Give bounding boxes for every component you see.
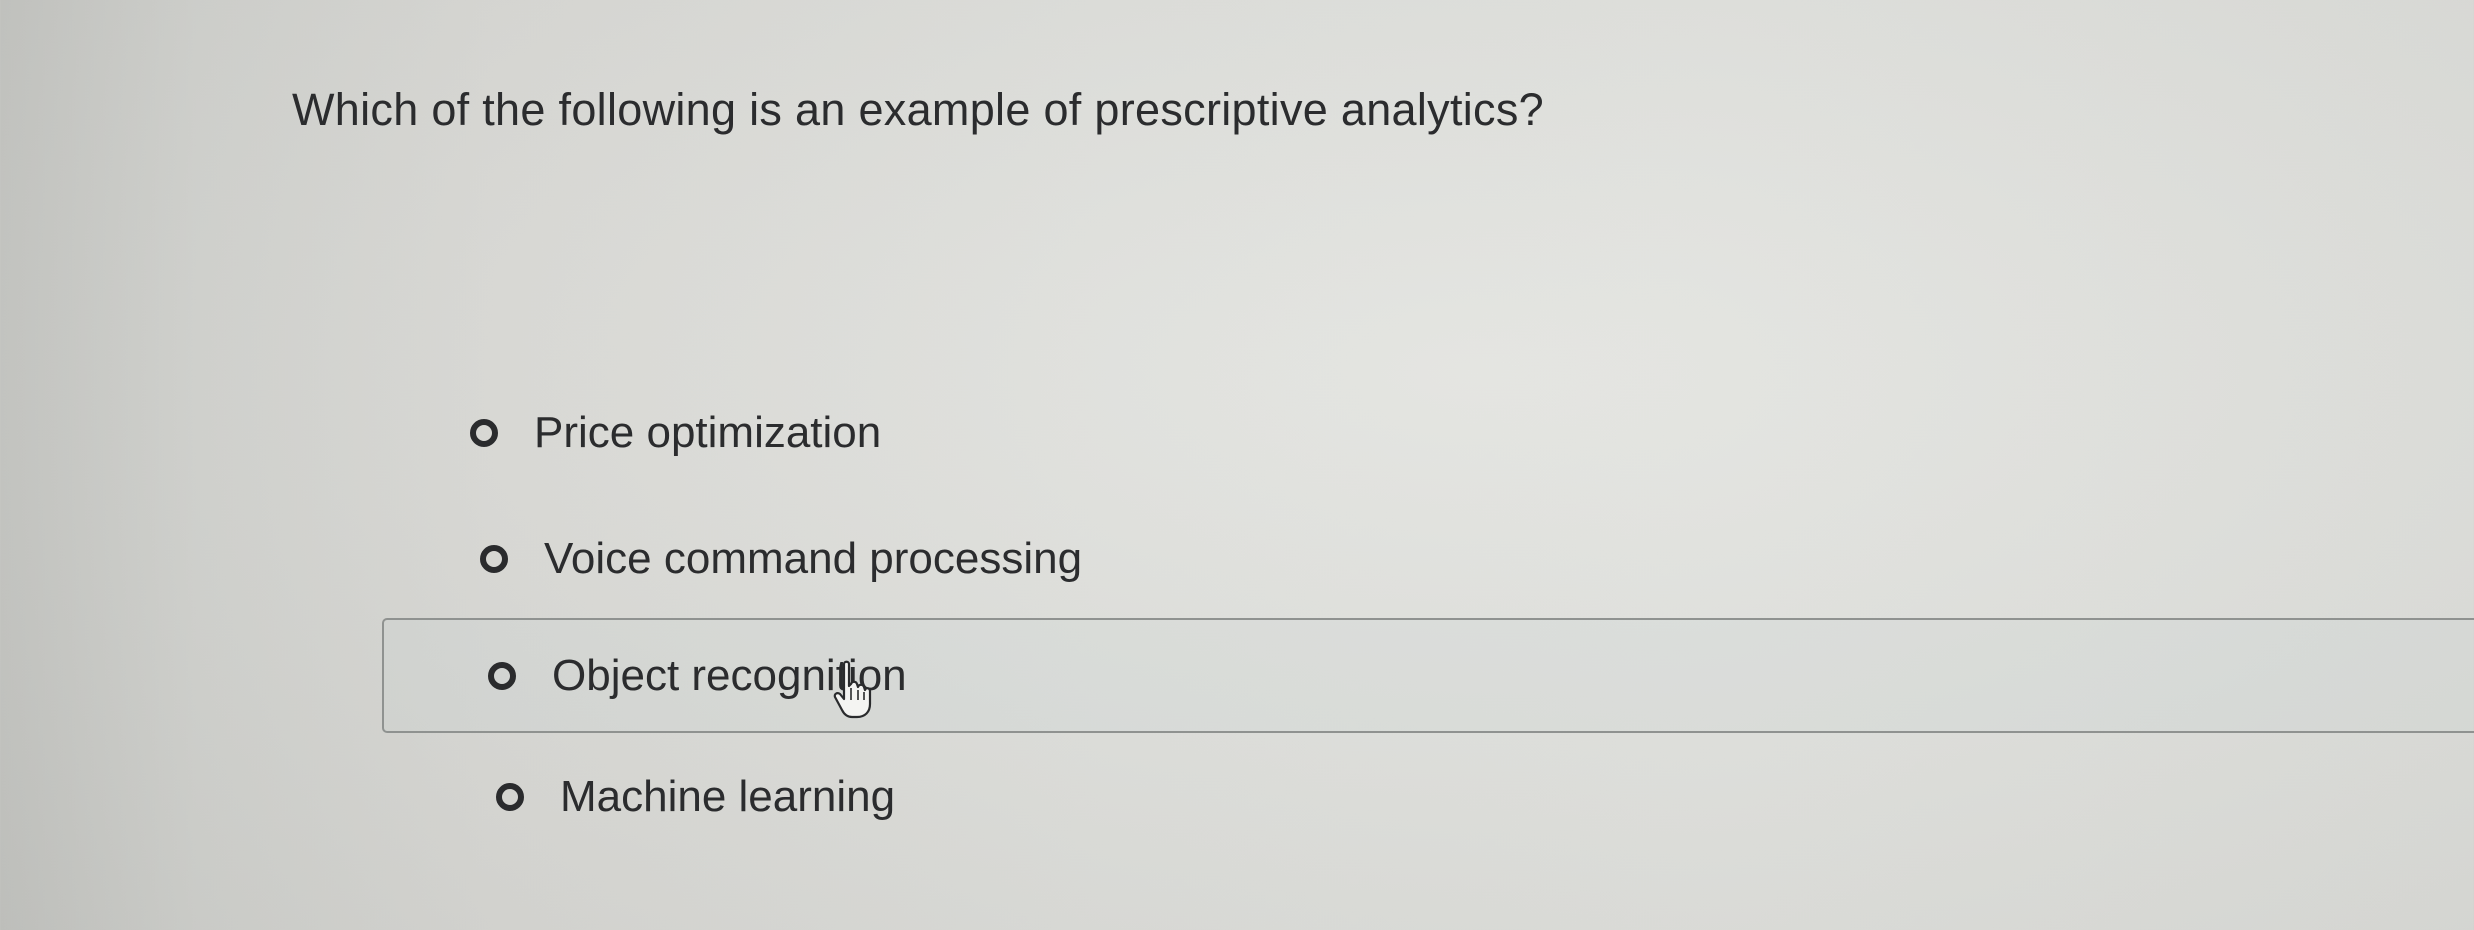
radio-button-icon[interactable] — [470, 419, 498, 447]
option-machine-learning[interactable]: Machine learning — [496, 757, 895, 837]
question-text: Which of the following is an example of … — [292, 84, 1544, 135]
screen-glare — [0, 0, 2474, 930]
option-voice-command-processing[interactable]: Voice command processing — [480, 519, 1082, 599]
option-label: Machine learning — [560, 772, 896, 821]
radio-button-icon[interactable] — [488, 662, 516, 690]
radio-button-icon[interactable] — [496, 783, 524, 811]
option-price-optimization[interactable]: Price optimization — [470, 393, 881, 473]
option-label: Price optimization — [534, 408, 882, 457]
hand-pointer-icon — [833, 660, 872, 719]
radio-button-icon[interactable] — [480, 545, 508, 573]
option-label: Voice command processing — [544, 534, 1083, 583]
